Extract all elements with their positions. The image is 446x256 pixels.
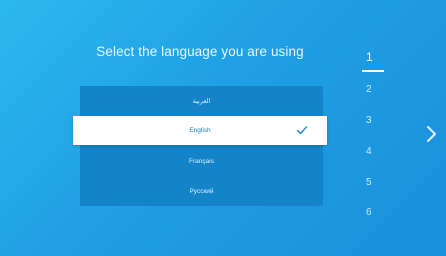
- language-option-french[interactable]: Français: [80, 146, 323, 176]
- page-title: Select the language you are using: [96, 44, 304, 59]
- step-6: 6: [366, 207, 372, 218]
- step-5: 5: [366, 177, 372, 188]
- language-setup-screen: Select the language you are using العربي…: [0, 0, 446, 256]
- language-label: Français: [189, 157, 214, 165]
- language-label: Русский: [189, 187, 214, 195]
- step-2: 2: [366, 84, 372, 95]
- step-3: 3: [366, 115, 372, 126]
- active-step-underline: [362, 70, 384, 72]
- chevron-right-icon[interactable]: [424, 124, 438, 144]
- language-list: العربية Français Русский: [80, 86, 323, 206]
- step-1: 1: [366, 50, 373, 64]
- language-label: English: [189, 127, 211, 134]
- language-option-russian[interactable]: Русский: [80, 176, 323, 206]
- language-option-english-selected[interactable]: English: [73, 116, 327, 145]
- language-label: العربية: [192, 98, 211, 105]
- language-option-arabic[interactable]: العربية: [80, 86, 323, 116]
- step-4: 4: [366, 146, 372, 157]
- check-icon: [296, 126, 308, 135]
